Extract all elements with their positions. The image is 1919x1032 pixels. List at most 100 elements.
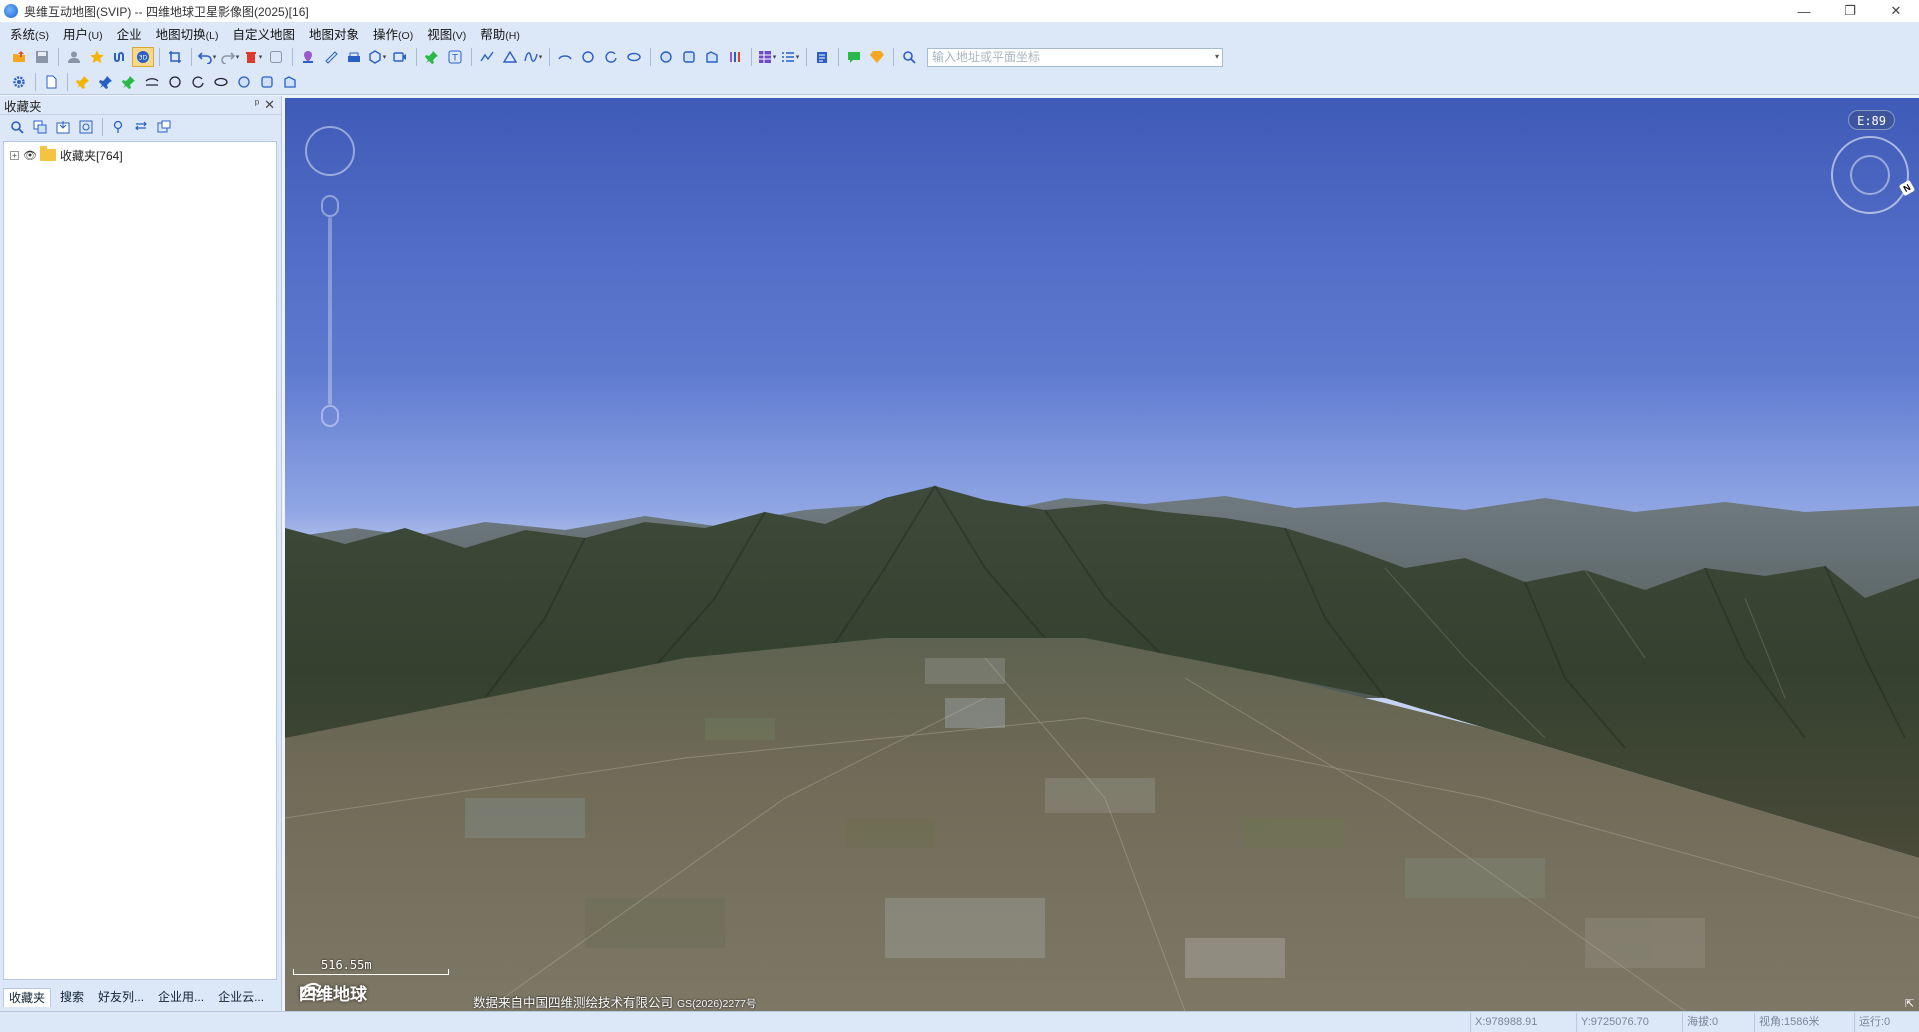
- compass[interactable]: N: [1831, 136, 1916, 214]
- delete-button[interactable]: ▾: [242, 47, 264, 67]
- blue-pin-button[interactable]: [95, 72, 117, 92]
- panel-import-button[interactable]: [52, 117, 74, 137]
- track-button[interactable]: [109, 47, 131, 67]
- ring-area-button[interactable]: [233, 72, 255, 92]
- eye-icon[interactable]: 👁: [23, 149, 37, 162]
- list-view-button[interactable]: ▾: [779, 47, 801, 67]
- square-area-button[interactable]: [256, 72, 278, 92]
- panel-locate-button[interactable]: [75, 117, 97, 137]
- dropdown-arrow-icon: ▾: [235, 54, 240, 61]
- document-button[interactable]: [811, 47, 833, 67]
- zoom-out-handle[interactable]: [321, 405, 339, 427]
- import-icon: [56, 121, 70, 134]
- menu-enterprise[interactable]: 企业: [117, 24, 142, 43]
- favorite-button[interactable]: [86, 47, 108, 67]
- freeform-area-button[interactable]: [701, 47, 723, 67]
- menu-map-objects[interactable]: 地图对象: [309, 24, 359, 43]
- resize-corner-icon[interactable]: ⇱: [1905, 997, 1917, 1010]
- circle-tool-button[interactable]: [577, 47, 599, 67]
- restore-button[interactable]: ❐: [1827, 0, 1873, 22]
- address-search-input[interactable]: [928, 48, 1198, 66]
- panel-sort-button[interactable]: [130, 117, 152, 137]
- navigation-ring[interactable]: [305, 126, 355, 176]
- table-view-button[interactable]: ▾: [756, 47, 778, 67]
- menu-custom-map[interactable]: 自定义地图: [232, 24, 295, 43]
- crop-button[interactable]: [164, 47, 186, 67]
- chat-button[interactable]: [843, 47, 865, 67]
- arc-line-button[interactable]: [141, 72, 163, 92]
- address-search-box: ▾: [927, 47, 1223, 67]
- panel-search-button[interactable]: [6, 117, 28, 137]
- zoom-slider[interactable]: [321, 195, 339, 427]
- tab-search[interactable]: 搜索: [55, 988, 89, 1007]
- save-button[interactable]: [31, 47, 53, 67]
- tab-enterprise-cloud[interactable]: 企业云...: [213, 988, 269, 1007]
- compass-inner-ring[interactable]: [1850, 155, 1890, 195]
- tab-favorites[interactable]: 收藏夹: [3, 988, 52, 1007]
- menu-operations[interactable]: 操作(O): [373, 24, 413, 43]
- dropdown-arrow-icon: ▾: [795, 54, 800, 61]
- circle-button[interactable]: [164, 72, 186, 92]
- stripe-button[interactable]: [724, 47, 746, 67]
- menu-user[interactable]: 用户(U): [63, 24, 103, 43]
- menu-view[interactable]: 视图(V): [427, 24, 466, 43]
- menu-map-switch[interactable]: 地图切换(L): [156, 24, 219, 43]
- panel-copy-button[interactable]: [29, 117, 51, 137]
- chevron-down-icon[interactable]: ▾: [1215, 52, 1219, 61]
- redo-icon: [220, 52, 235, 64]
- tab-friends[interactable]: 好友列...: [93, 988, 149, 1007]
- user-button[interactable]: [63, 47, 85, 67]
- settings-button[interactable]: [8, 72, 30, 92]
- close-button[interactable]: ✕: [1873, 0, 1919, 22]
- search-icon: [903, 51, 916, 64]
- yellow-pin-button[interactable]: [72, 72, 94, 92]
- arc-icon: [558, 55, 572, 60]
- expand-icon[interactable]: +: [10, 150, 19, 160]
- select-button[interactable]: [265, 47, 287, 67]
- map-view[interactable]: E:89 N 516.55m 四维地球 数据来自中国四维测绘技术有限公司 GS(2…: [285, 98, 1919, 1011]
- main-toolbar: 3D ▾ ▾ ▾ ▾ T ▾ ▾ ▾ ▾: [0, 44, 1919, 70]
- menu-help[interactable]: 帮助(H): [480, 24, 520, 43]
- 3d-mode-button[interactable]: 3D: [132, 47, 154, 67]
- polygon-tool-button[interactable]: ▾: [366, 47, 388, 67]
- pin-icon[interactable]: ᵖ: [255, 98, 259, 110]
- panel-marker-button[interactable]: [107, 117, 129, 137]
- pin-tool-button[interactable]: [421, 47, 443, 67]
- status-altitude: 海拔:0: [1682, 1012, 1754, 1032]
- undo-button[interactable]: ▾: [196, 47, 218, 67]
- curve-tool-button[interactable]: ▾: [522, 47, 544, 67]
- vip-button[interactable]: [866, 47, 888, 67]
- minimize-button[interactable]: —: [1781, 0, 1827, 22]
- search-button[interactable]: [898, 47, 920, 67]
- zoom-track[interactable]: [328, 217, 332, 405]
- map-pin-icon: [113, 120, 123, 133]
- tree-item-favorites[interactable]: + 👁 收藏夹[764]: [4, 146, 276, 164]
- text-tool-button[interactable]: T: [444, 47, 466, 67]
- layers-button[interactable]: [343, 47, 365, 67]
- tab-enterprise-users[interactable]: 企业用...: [153, 988, 209, 1007]
- menu-system[interactable]: 系统(S): [10, 24, 49, 43]
- new-document-button[interactable]: [40, 72, 62, 92]
- partial-circle-tool-button[interactable]: [600, 47, 622, 67]
- panel-window-button[interactable]: [153, 117, 175, 137]
- ellipse-tool-button[interactable]: [623, 47, 645, 67]
- menu-bar: 系统(S) 用户(U) 企业 地图切换(L) 自定义地图 地图对象 操作(O) …: [0, 22, 1919, 44]
- rect-area-button[interactable]: [678, 47, 700, 67]
- ellipse-button[interactable]: [210, 72, 232, 92]
- place-marker-button[interactable]: [297, 47, 319, 67]
- panel-close-icon[interactable]: ✕: [264, 97, 275, 113]
- redo-button[interactable]: ▾: [219, 47, 241, 67]
- measure-button[interactable]: [320, 47, 342, 67]
- video-button[interactable]: [389, 47, 411, 67]
- stripes-icon: [730, 52, 740, 62]
- polyline-tool-button[interactable]: [476, 47, 498, 67]
- dropdown-arrow-icon: ▾: [538, 54, 543, 61]
- arc-tool-button[interactable]: [554, 47, 576, 67]
- triangle-tool-button[interactable]: [499, 47, 521, 67]
- custom-area-button[interactable]: [279, 72, 301, 92]
- open-circle-button[interactable]: [187, 72, 209, 92]
- zoom-in-handle[interactable]: [321, 195, 339, 217]
- green-pin-button[interactable]: [118, 72, 140, 92]
- filled-circle-button[interactable]: [655, 47, 677, 67]
- open-folder-button[interactable]: [8, 47, 30, 67]
